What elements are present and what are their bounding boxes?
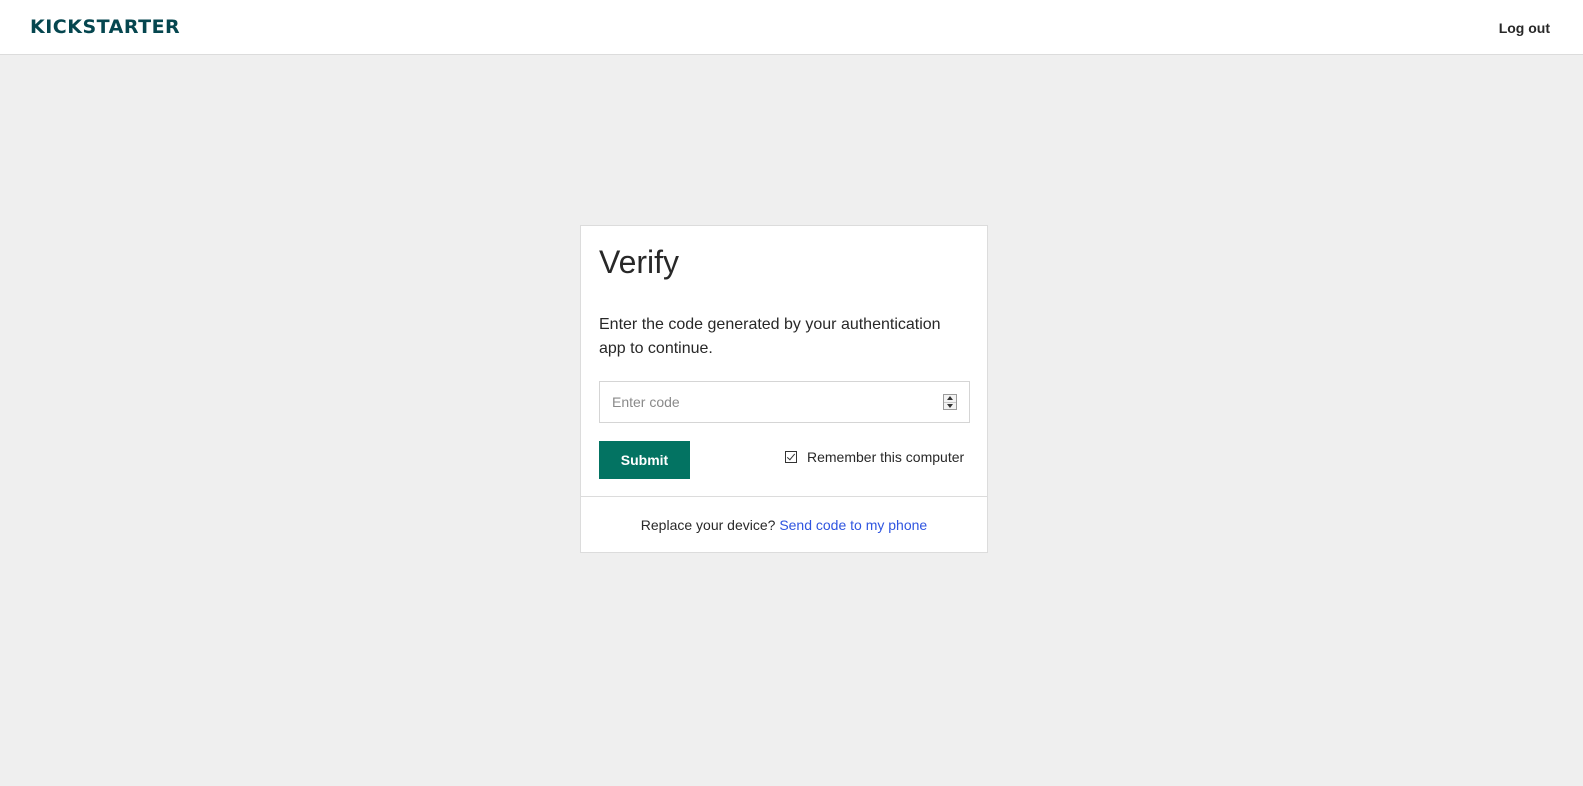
replace-device-prompt: Replace your device? bbox=[640, 517, 776, 533]
logout-link[interactable]: Log out bbox=[1499, 19, 1550, 37]
instructions-text: Enter the code generated by your authent… bbox=[599, 316, 941, 357]
page-title: Verify bbox=[599, 244, 680, 280]
remember-label: Remember this computer bbox=[807, 449, 965, 465]
remember-checkbox[interactable] bbox=[785, 451, 797, 463]
code-field bbox=[599, 381, 970, 423]
submit-button[interactable]: Submit bbox=[599, 441, 690, 479]
spin-down-icon[interactable] bbox=[944, 403, 956, 410]
code-input[interactable] bbox=[600, 382, 930, 422]
card-divider bbox=[581, 496, 987, 497]
top-header: KICKSTARTER Log out bbox=[0, 0, 1583, 55]
remember-computer-option[interactable]: Remember this computer bbox=[785, 448, 964, 466]
number-spinner[interactable] bbox=[943, 394, 957, 410]
send-code-to-phone-link[interactable]: Send code to my phone bbox=[779, 517, 927, 533]
replace-device-line: Replace your device? Send code to my pho… bbox=[581, 516, 987, 534]
spin-up-icon[interactable] bbox=[944, 395, 956, 403]
verify-card: Verify Enter the code generated by your … bbox=[580, 225, 988, 553]
kickstarter-logo[interactable]: KICKSTARTER bbox=[30, 14, 180, 40]
